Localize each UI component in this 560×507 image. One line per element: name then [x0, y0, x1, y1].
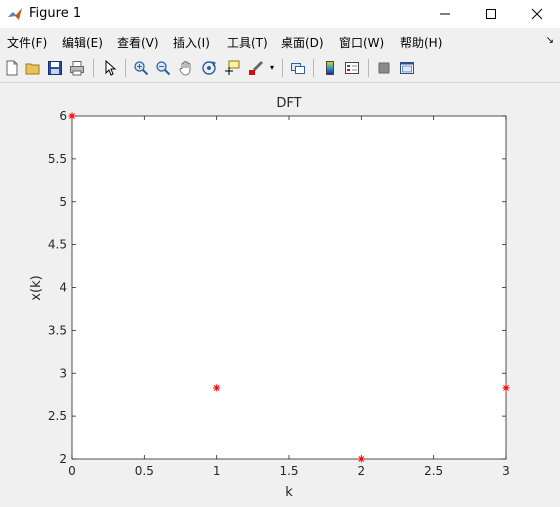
- link-plot-icon: [291, 63, 305, 74]
- y-tick-label: 4.5: [48, 238, 67, 252]
- toolbar-separator: [368, 59, 369, 77]
- toolbar-separator: [282, 59, 283, 77]
- chart: DFT k x(k) 0 0.5 1 1.5 2 2.5 3 2 2.5 3 3.5 4 4.5 5 5.5…: [29, 96, 510, 500]
- toolbar-separator: [313, 59, 314, 77]
- maximize-button[interactable]: [468, 0, 514, 28]
- open-file-icon: [25, 63, 40, 75]
- data-cursor-button[interactable]: [222, 58, 242, 78]
- link-plot-button[interactable]: [288, 58, 308, 78]
- y-tick-label: 2: [59, 452, 67, 466]
- edit-plot-icon: [105, 60, 117, 76]
- maximize-icon: [486, 9, 496, 19]
- legend-button[interactable]: [342, 58, 362, 78]
- save-icon: [48, 61, 62, 75]
- x-tick-label: 3: [502, 464, 510, 478]
- show-plot-tools-icon: [400, 62, 414, 74]
- plot-area: [71, 115, 507, 460]
- data-point: [502, 384, 510, 392]
- menu-insert[interactable]: 插入(I): [173, 34, 210, 51]
- minimize-button[interactable]: [422, 0, 468, 28]
- figure-canvas[interactable]: DFT k x(k) 0 0.5 1 1.5 2 2.5 3 2 2.5 3 3.5 4 4.5 5 5.5…: [0, 83, 560, 504]
- y-tick-label: 5: [59, 195, 67, 209]
- y-tick-label: 4: [59, 281, 67, 295]
- toolbar: ▾: [0, 54, 560, 83]
- zoom-in-button[interactable]: [131, 58, 151, 78]
- show-plot-tools-button[interactable]: [397, 58, 417, 78]
- zoom-out-button[interactable]: [153, 58, 173, 78]
- y-tick-label: 2.5: [48, 409, 67, 423]
- y-tick-label: 3: [59, 366, 67, 380]
- data-point: [357, 455, 365, 463]
- x-tick-label: 1: [213, 464, 221, 478]
- print-button[interactable]: [67, 58, 87, 78]
- new-figure-button[interactable]: [2, 58, 22, 78]
- rotate-3d-button[interactable]: [199, 58, 219, 78]
- matlab-icon: [7, 6, 23, 22]
- x-axis-label: k: [285, 485, 293, 500]
- toolbar-separator: [93, 59, 94, 77]
- minimize-icon: [440, 13, 450, 15]
- menu-bar: 文件(F) 编辑(E) 查看(V) 插入(I) 工具(T) 桌面(D) 窗口(W…: [0, 30, 560, 52]
- pan-button[interactable]: [176, 58, 196, 78]
- save-button[interactable]: [45, 58, 65, 78]
- menu-window[interactable]: 窗口(W): [339, 34, 384, 51]
- menu-view[interactable]: 查看(V): [117, 34, 159, 51]
- x-tick-label: 2: [358, 464, 366, 478]
- zoom-out-icon: [156, 61, 171, 76]
- brush-button[interactable]: [246, 58, 266, 78]
- menu-edit[interactable]: 编辑(E): [62, 34, 103, 51]
- close-button[interactable]: [514, 0, 560, 28]
- x-tick-label: 1.5: [279, 464, 298, 478]
- colorbar-icon: [326, 61, 334, 75]
- data-point: [213, 384, 221, 392]
- close-icon: [531, 8, 543, 20]
- x-tick-label: 2.5: [424, 464, 443, 478]
- brush-dropdown-icon[interactable]: ▾: [270, 63, 274, 72]
- hide-plot-tools-icon: [378, 62, 390, 74]
- window-title: Figure 1: [29, 6, 82, 21]
- y-tick-label: 3.5: [48, 323, 67, 337]
- y-tick-label: 6: [59, 109, 67, 123]
- colorbar-button[interactable]: [320, 58, 340, 78]
- rotate-3d-icon: [202, 61, 216, 75]
- legend-icon: [345, 62, 359, 74]
- chart-title: DFT: [276, 96, 301, 111]
- zoom-in-icon: [134, 61, 149, 76]
- print-icon: [70, 61, 84, 76]
- new-figure-icon: [6, 60, 18, 76]
- edit-plot-button[interactable]: [100, 58, 120, 78]
- title-bar: Figure 1: [0, 0, 560, 28]
- pan-icon: [179, 61, 191, 76]
- menu-tools[interactable]: 工具(T): [227, 34, 268, 51]
- data-cursor-icon: [225, 60, 240, 75]
- toolbar-separator: [125, 59, 126, 77]
- y-tick-label: 5.5: [48, 152, 67, 166]
- menu-help[interactable]: 帮助(H): [400, 34, 442, 51]
- x-tick-label: 0: [68, 464, 76, 478]
- brush-icon: [249, 61, 263, 75]
- hide-plot-tools-button[interactable]: [374, 58, 394, 78]
- x-tick-label: 0.5: [135, 464, 154, 478]
- menu-desktop[interactable]: 桌面(D): [281, 34, 324, 51]
- menu-overflow-icon[interactable]: ↘: [546, 35, 554, 46]
- open-file-button[interactable]: [23, 58, 43, 78]
- data-point: [68, 112, 76, 120]
- y-axis-label: x(k): [29, 275, 44, 300]
- menu-file[interactable]: 文件(F): [7, 34, 47, 51]
